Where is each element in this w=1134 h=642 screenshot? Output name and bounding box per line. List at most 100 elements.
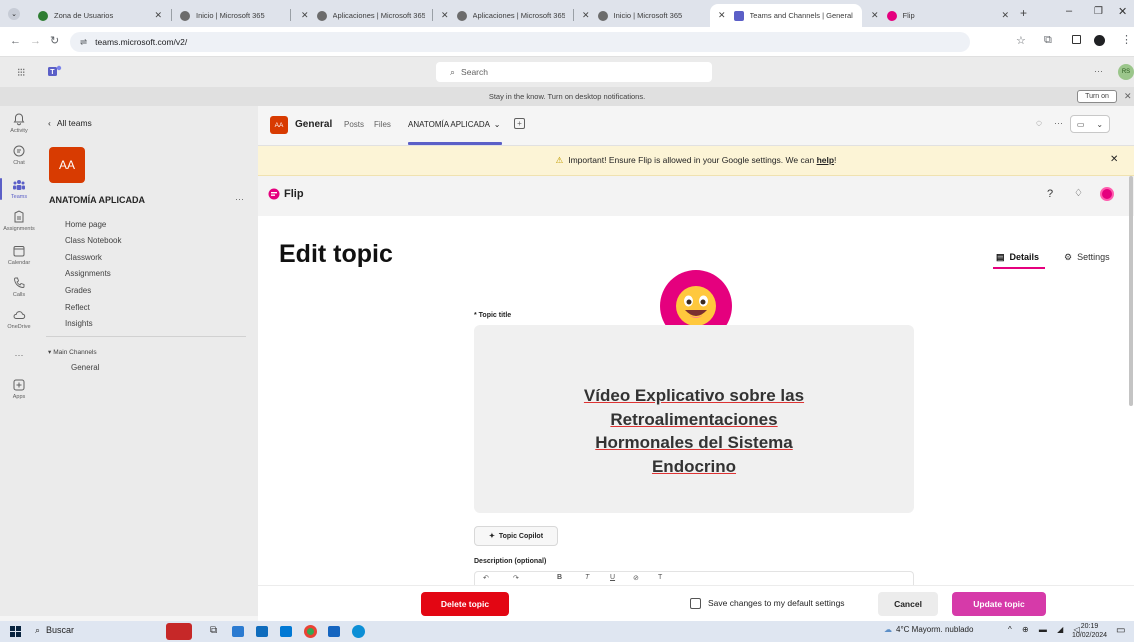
extensions-icon[interactable]: ⧉ <box>1044 34 1052 47</box>
chrome-icon[interactable] <box>304 625 317 638</box>
help-icon[interactable]: ? <box>1047 188 1053 200</box>
site-info-icon[interactable]: ⇌ <box>80 37 87 48</box>
flip-profile-avatar[interactable] <box>1100 187 1114 201</box>
reload-icon[interactable]: ↻ <box>50 34 59 47</box>
more-options-icon[interactable]: ··· <box>1094 66 1103 76</box>
search-input[interactable]: ⌕ Search <box>436 62 712 82</box>
rail-item-activity[interactable]: Activity <box>0 108 38 138</box>
team-nav-insights[interactable]: Insights <box>65 319 93 328</box>
main-channels-section[interactable]: ▾ Main Channels <box>48 348 97 356</box>
browser-tab[interactable]: ✕ Aplicaciones | Microsoft 365 <box>293 4 433 27</box>
task-view-icon[interactable]: ⧉ <box>210 625 217 636</box>
bell-icon[interactable]: ♢ <box>1074 188 1083 199</box>
tab-anatomia-aplicada[interactable]: ANATOMÍA APLICADA ⌄ <box>408 120 500 129</box>
taskbar-app-icon[interactable] <box>328 626 340 637</box>
url-field[interactable]: ⇌ teams.microsoft.com/v2/ <box>70 32 970 52</box>
topic-title-field[interactable]: Vídeo Explicativo sobre las Retroaliment… <box>474 325 914 513</box>
profile-avatar[interactable] <box>1094 35 1105 46</box>
team-nav-reflect[interactable]: Reflect <box>65 303 90 312</box>
tab-details[interactable]: ▤ Details <box>996 252 1039 263</box>
close-icon[interactable]: ✕ <box>1124 91 1132 102</box>
channel-general[interactable]: General <box>71 363 99 372</box>
tab-search-icon[interactable]: ⌄ <box>8 8 20 20</box>
edge-icon[interactable] <box>352 625 365 638</box>
close-icon[interactable]: ✕ <box>301 10 309 21</box>
restore-icon[interactable]: ❐ <box>1094 6 1103 17</box>
bookmark-star-icon[interactable]: ☆ <box>1016 34 1026 47</box>
chat-icon[interactable]: ◌ <box>1036 118 1042 129</box>
redo-icon[interactable]: ↷ <box>513 574 519 582</box>
bold-icon[interactable]: B <box>557 574 562 581</box>
rail-label: Calls <box>12 292 26 298</box>
cancel-button[interactable]: Cancel <box>878 592 938 616</box>
add-tab-icon[interactable]: + <box>514 118 525 129</box>
scrollbar[interactable] <box>1129 176 1133 406</box>
update-topic-button[interactable]: Update topic <box>952 592 1046 616</box>
browser-menu-icon[interactable]: ⋮ <box>1121 33 1132 46</box>
link-icon[interactable]: ⊘ <box>633 574 639 582</box>
forward-icon[interactable]: → <box>30 35 41 47</box>
sidepanel-icon[interactable] <box>1072 35 1081 44</box>
rail-item-teams[interactable]: Teams <box>0 174 38 204</box>
turn-on-button[interactable]: Turn on <box>1077 90 1117 103</box>
window-close-icon[interactable]: ✕ <box>1118 5 1127 18</box>
taskbar-search[interactable]: ⌕ Buscar <box>35 625 74 636</box>
browser-tab-bar: ⌄ Zona de Usuarios ✕ Inicio | Microsoft … <box>0 0 1134 27</box>
team-nav-grades[interactable]: Grades <box>65 286 91 295</box>
close-icon[interactable]: ✕ <box>441 10 449 21</box>
browser-tab[interactable]: Inicio | Microsoft 365 <box>172 4 292 27</box>
tab-posts[interactable]: Posts <box>344 120 364 129</box>
back-icon[interactable]: ← <box>10 35 21 47</box>
clock[interactable]: 20:19 10/02/2024 <box>1072 622 1107 640</box>
team-nav-assignments[interactable]: Assignments <box>65 269 111 278</box>
browser-tab[interactable]: ✕ Aplicaciones | Microsoft 365 <box>433 4 573 27</box>
file-explorer-icon[interactable] <box>232 626 244 637</box>
browser-tab[interactable]: ✕ Inicio | Microsoft 365 <box>574 4 709 27</box>
close-icon[interactable]: ✕ <box>718 10 726 21</box>
close-icon[interactable]: ✕ <box>1001 10 1009 21</box>
rail-item-calls[interactable]: Calls <box>0 272 38 302</box>
weather-widget[interactable]: ☁ 4°C Mayorm. nublado <box>884 625 973 634</box>
team-nav-class-notebook[interactable]: Class Notebook <box>65 236 121 245</box>
new-tab-icon[interactable]: + <box>1020 6 1027 20</box>
team-nav-classwork[interactable]: Classwork <box>65 253 102 262</box>
rail-label: Assignments <box>3 226 35 232</box>
delete-topic-button[interactable]: Delete topic <box>421 592 509 616</box>
taskbar-widget-icon[interactable] <box>166 623 192 640</box>
more-options-icon[interactable]: ··· <box>1054 118 1063 128</box>
undo-icon[interactable]: ↶ <box>483 574 489 582</box>
notifications-icon[interactable]: ▭ <box>1116 625 1125 636</box>
banner-help-link[interactable]: help <box>817 155 834 165</box>
store-icon[interactable] <box>256 626 268 637</box>
rail-more[interactable]: ··· <box>0 340 38 370</box>
all-teams-link[interactable]: ‹ All teams <box>48 118 92 128</box>
rail-item-apps[interactable]: Apps <box>0 374 38 404</box>
tab-files[interactable]: Files <box>374 120 391 129</box>
browser-tab[interactable]: Zona de Usuarios ✕ <box>30 4 170 27</box>
rail-item-assignments[interactable]: Assignments <box>0 206 38 236</box>
user-avatar[interactable]: RS <box>1118 64 1134 80</box>
close-icon[interactable]: ✕ <box>582 10 590 21</box>
underline-icon[interactable]: U <box>610 574 615 581</box>
windows-start-icon[interactable] <box>10 626 21 637</box>
team-more-icon[interactable]: ··· <box>235 194 244 204</box>
meet-button[interactable]: ▭ ⌄ <box>1070 115 1110 133</box>
text-format-icon[interactable]: T <box>658 574 662 581</box>
app-launcher-icon[interactable]: ⁝⁝⁝ <box>17 66 25 79</box>
browser-tab[interactable]: ✕ Flip ✕ <box>863 4 1013 27</box>
team-nav-home-page[interactable]: Home page <box>65 220 106 229</box>
minimize-icon[interactable]: – <box>1066 5 1072 17</box>
topic-copilot-button[interactable]: ✦ Topic Copilot <box>474 526 558 546</box>
close-icon[interactable]: ✕ <box>1110 154 1118 165</box>
browser-tab-active[interactable]: ✕ Teams and Channels | General <box>710 4 862 27</box>
save-default-checkbox[interactable] <box>690 598 701 609</box>
mail-icon[interactable] <box>280 626 292 637</box>
italic-icon[interactable]: T <box>585 574 589 581</box>
save-default-label: Save changes to my default settings <box>708 598 845 608</box>
rail-item-chat[interactable]: Chat <box>0 140 38 170</box>
rail-item-calendar[interactable]: Calendar <box>0 240 38 270</box>
close-icon[interactable]: ✕ <box>871 10 879 21</box>
tab-settings[interactable]: ⚙ Settings <box>1064 252 1110 263</box>
rail-item-onedrive[interactable]: OneDrive <box>0 304 38 334</box>
close-icon[interactable]: ✕ <box>154 10 162 21</box>
